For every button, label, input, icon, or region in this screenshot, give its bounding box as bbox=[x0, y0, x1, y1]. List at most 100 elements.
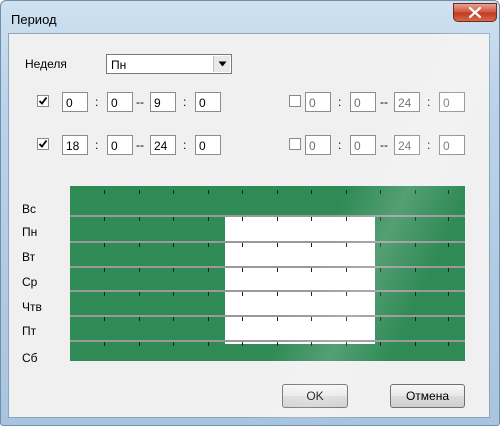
colon-separator: : bbox=[338, 95, 342, 109]
hour-tick bbox=[346, 268, 347, 272]
hour-tick bbox=[173, 190, 174, 194]
range-3-end-hour-value: 24 bbox=[154, 139, 168, 153]
hour-tick bbox=[139, 342, 140, 346]
hour-tick bbox=[173, 292, 174, 296]
range-2-end-minute[interactable]: 0 bbox=[439, 92, 465, 112]
hour-tick bbox=[139, 292, 140, 296]
day-label-tue: Вт bbox=[22, 250, 36, 264]
hour-tick bbox=[448, 268, 449, 272]
hour-tick bbox=[415, 342, 416, 346]
hour-tick bbox=[277, 190, 278, 194]
range-4-start-minute-value: 0 bbox=[354, 139, 361, 153]
range-2-end-minute-value: 0 bbox=[443, 96, 450, 110]
hour-tick bbox=[311, 268, 312, 272]
schedule-grid[interactable] bbox=[70, 186, 465, 361]
hour-tick bbox=[242, 268, 243, 272]
range-1-end-minute[interactable]: 0 bbox=[195, 92, 221, 112]
hour-tick bbox=[346, 317, 347, 321]
close-button[interactable] bbox=[453, 3, 497, 22]
week-label: Неделя bbox=[25, 57, 67, 71]
hour-tick bbox=[415, 190, 416, 194]
dash-separator: -- bbox=[136, 138, 144, 152]
dash-separator: -- bbox=[380, 95, 388, 109]
day-label-thu: Чтв bbox=[22, 300, 42, 314]
grid-row-divider bbox=[70, 215, 465, 217]
hour-tick bbox=[277, 342, 278, 346]
hour-tick bbox=[346, 243, 347, 247]
range-2-checkbox[interactable] bbox=[289, 95, 301, 107]
day-label-sun: Вс bbox=[22, 202, 37, 216]
window-title: Период bbox=[11, 12, 57, 27]
hour-tick bbox=[104, 292, 105, 296]
hour-tick bbox=[415, 243, 416, 247]
checkmark-icon bbox=[38, 139, 48, 148]
range-4-checkbox[interactable] bbox=[289, 138, 301, 150]
range-2-end-hour-value: 24 bbox=[398, 96, 412, 110]
range-1-end-hour[interactable]: 9 bbox=[150, 92, 176, 112]
chevron-down-icon[interactable] bbox=[213, 56, 230, 72]
week-select[interactable]: Пн bbox=[106, 54, 232, 74]
hour-tick bbox=[380, 317, 381, 321]
hour-tick bbox=[448, 317, 449, 321]
hour-tick bbox=[104, 268, 105, 272]
range-4-start-minute[interactable]: 0 bbox=[350, 135, 376, 155]
range-4-start-hour[interactable]: 0 bbox=[305, 135, 331, 155]
hour-tick bbox=[380, 217, 381, 221]
hour-tick bbox=[173, 317, 174, 321]
range-4-end-hour[interactable]: 24 bbox=[394, 135, 420, 155]
range-1-start-minute[interactable]: 0 bbox=[107, 92, 133, 112]
hour-tick bbox=[104, 317, 105, 321]
hour-tick bbox=[448, 190, 449, 194]
range-4-start-hour-value: 0 bbox=[309, 139, 316, 153]
range-1-start-hour[interactable]: 0 bbox=[62, 92, 88, 112]
hour-tick bbox=[277, 292, 278, 296]
hour-tick bbox=[380, 342, 381, 346]
range-3-start-minute[interactable]: 0 bbox=[107, 135, 133, 155]
range-3-start-minute-value: 0 bbox=[111, 139, 118, 153]
week-select-value: Пн bbox=[111, 58, 127, 72]
hour-tick bbox=[242, 217, 243, 221]
hour-tick bbox=[415, 317, 416, 321]
day-label-fri: Пт bbox=[22, 324, 37, 338]
cancel-button[interactable]: Отмена bbox=[390, 384, 465, 408]
day-label-wed: Ср bbox=[22, 275, 38, 289]
grid-row-divider bbox=[70, 340, 465, 342]
hour-tick bbox=[208, 243, 209, 247]
hour-tick bbox=[346, 292, 347, 296]
hour-tick bbox=[380, 243, 381, 247]
hour-tick bbox=[173, 217, 174, 221]
hour-tick bbox=[242, 317, 243, 321]
checkmark-icon bbox=[38, 96, 48, 105]
hour-tick bbox=[139, 317, 140, 321]
range-3-end-minute[interactable]: 0 bbox=[195, 135, 221, 155]
hour-tick bbox=[448, 243, 449, 247]
hour-tick bbox=[139, 190, 140, 194]
hour-tick bbox=[415, 292, 416, 296]
range-2-end-hour[interactable]: 24 bbox=[394, 92, 420, 112]
hour-tick bbox=[208, 190, 209, 194]
hour-tick bbox=[346, 342, 347, 346]
close-icon bbox=[469, 7, 481, 18]
range-2-start-hour-value: 0 bbox=[309, 96, 316, 110]
hour-tick bbox=[448, 292, 449, 296]
ok-button[interactable]: OK bbox=[282, 384, 348, 408]
grid-row-divider bbox=[70, 315, 465, 317]
day-label-mon: Пн bbox=[22, 225, 38, 239]
range-1-checkbox[interactable] bbox=[37, 95, 49, 107]
title-bar[interactable]: Период bbox=[1, 1, 499, 34]
range-3-checkbox[interactable] bbox=[37, 138, 49, 150]
range-3-end-hour[interactable]: 24 bbox=[150, 135, 176, 155]
schedule-inactive-block[interactable] bbox=[225, 215, 375, 344]
range-3-start-hour[interactable]: 18 bbox=[62, 135, 88, 155]
range-4-end-minute-value: 0 bbox=[443, 139, 450, 153]
hour-tick bbox=[311, 292, 312, 296]
range-2-start-hour[interactable]: 0 bbox=[305, 92, 331, 112]
hour-tick bbox=[346, 217, 347, 221]
range-4-end-hour-value: 24 bbox=[398, 139, 412, 153]
hour-tick bbox=[448, 342, 449, 346]
hour-tick bbox=[242, 292, 243, 296]
range-4-end-minute[interactable]: 0 bbox=[439, 135, 465, 155]
hour-tick bbox=[311, 342, 312, 346]
grid-row-divider bbox=[70, 266, 465, 268]
range-2-start-minute[interactable]: 0 bbox=[350, 92, 376, 112]
